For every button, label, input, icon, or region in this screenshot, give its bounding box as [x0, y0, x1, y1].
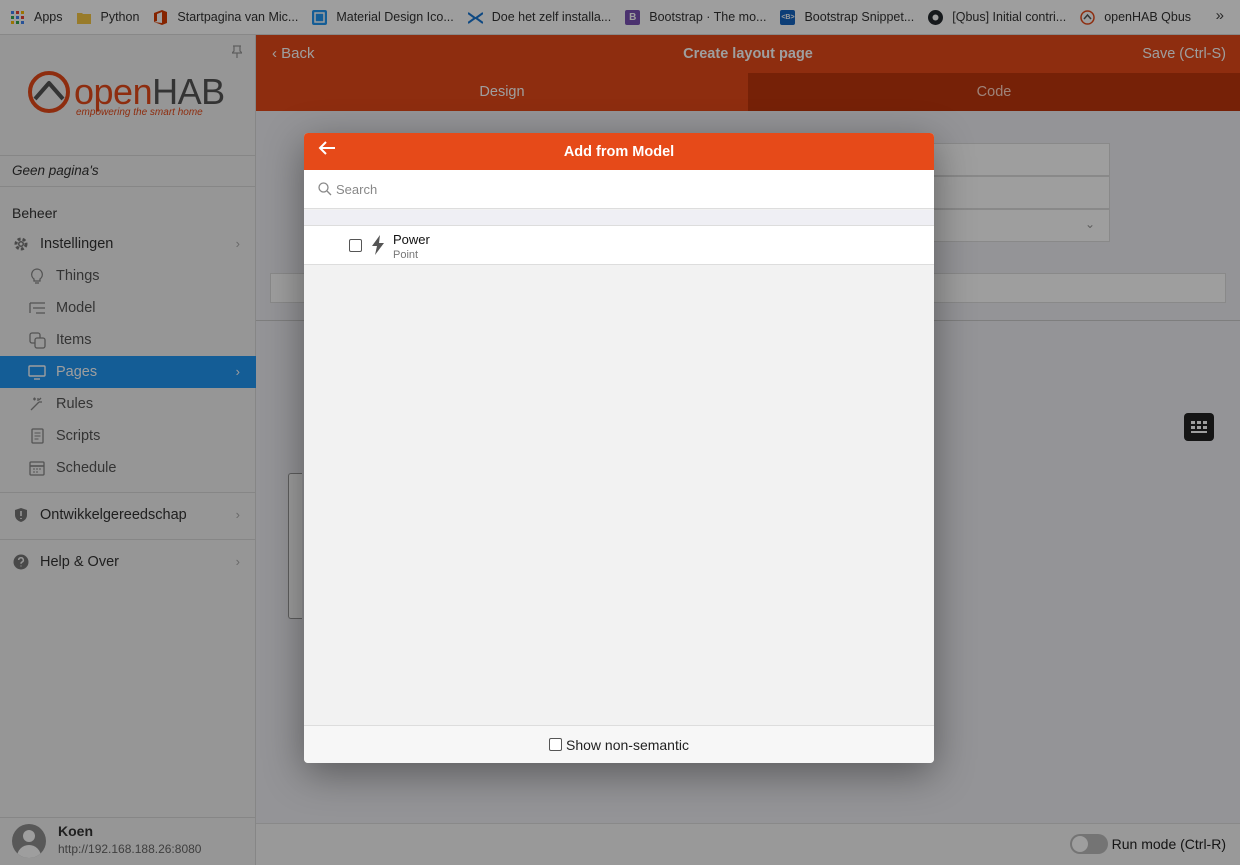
dialog-header: Add from Model [304, 133, 934, 170]
item-title: Power [393, 232, 430, 247]
dialog-footer: Show non-semantic [304, 725, 934, 763]
item-checkbox[interactable] [349, 239, 362, 252]
search-input[interactable] [336, 178, 916, 201]
bolt-icon [370, 235, 386, 255]
item-subtitle: Point [393, 249, 419, 261]
dialog-title: Add from Model [563, 144, 675, 160]
search-icon [318, 182, 332, 196]
list-item[interactable]: Power Point [304, 226, 934, 265]
add-from-model-dialog: Add from Model Power Point Show non-sema… [304, 133, 934, 763]
list-spacer [304, 210, 934, 226]
show-non-semantic-label[interactable]: Show non-semantic [566, 737, 689, 753]
search-box [312, 176, 926, 203]
show-non-semantic-checkbox[interactable] [549, 738, 563, 751]
search-bar [304, 170, 934, 209]
